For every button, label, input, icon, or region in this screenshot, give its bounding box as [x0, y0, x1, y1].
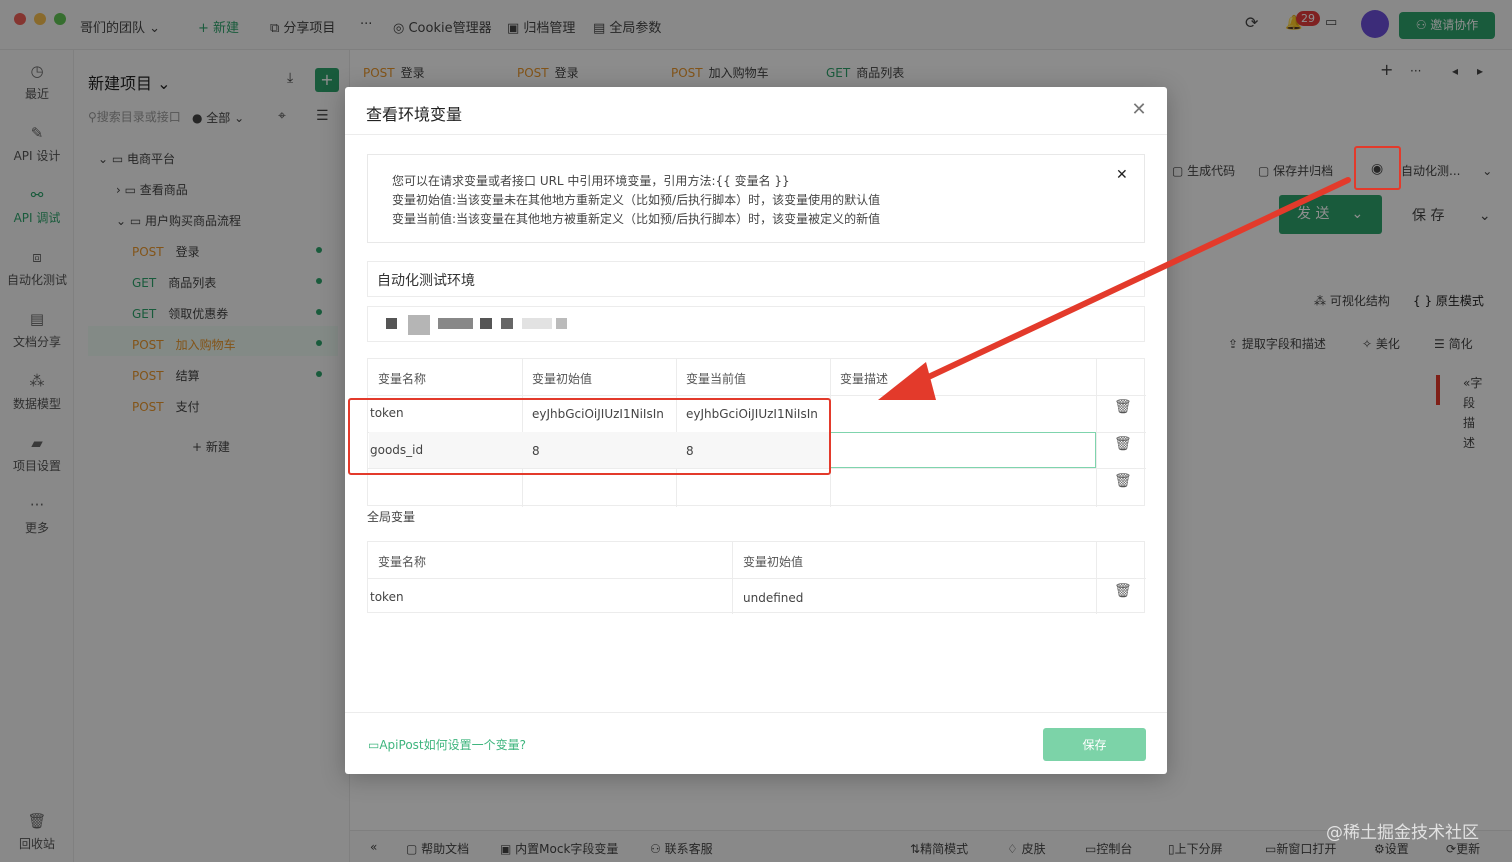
env-url-blurred — [367, 306, 1145, 342]
column-header: 变量初始值 — [743, 555, 804, 569]
annotation-box-eye — [1354, 146, 1401, 190]
info-tip: 您可以在请求变量或者接口 URL 中引用环境变量，引用方法:{{ 变量名 }} … — [367, 154, 1145, 243]
column-header: 变量名称 — [378, 555, 427, 569]
column-divider — [1096, 359, 1097, 507]
row-divider — [368, 578, 1146, 579]
modal-header: 查看环境变量 ✕ — [345, 87, 1167, 135]
global-var-initial-cell[interactable]: undefined — [743, 591, 803, 605]
modal-footer: ▭ApiPost如何设置一个变量? 保存 — [345, 712, 1167, 774]
env-name: 自动化测试环境 — [367, 261, 1145, 297]
global-vars-label: 全局变量 — [367, 510, 416, 524]
close-icon[interactable]: ✕ — [1127, 98, 1151, 122]
watermark: @稀土掘金技术社区 — [1326, 823, 1479, 843]
delete-row-icon[interactable]: 🗑 — [1114, 473, 1132, 489]
column-header: 变量初始值 — [532, 372, 593, 386]
blurred-text — [386, 318, 397, 329]
global-variables-table: 变量名称 变量初始值 token undefined 🗑 — [367, 541, 1146, 614]
modal-title: 查看环境变量 — [366, 105, 463, 124]
delete-row-icon[interactable]: 🗑 — [1114, 399, 1132, 415]
annotation-box-variables — [348, 398, 831, 475]
delete-row-icon[interactable]: 🗑 — [1114, 436, 1132, 452]
help-link[interactable]: ▭ApiPost如何设置一个变量? — [368, 736, 526, 753]
blurred-text — [480, 318, 492, 329]
blurred-text — [522, 318, 552, 329]
tip-line: 变量初始值:当该变量未在其他地方重新定义（比如预/后执行脚本）时，该变量使用的默… — [392, 193, 881, 207]
tip-line: 变量当前值:当该变量在其他地方被重新定义（比如预/后执行脚本）时，该变量被定义的… — [392, 212, 881, 226]
blurred-text — [408, 315, 430, 335]
book-icon: ▭ — [368, 738, 380, 752]
column-header: 变量名称 — [378, 372, 427, 386]
delete-row-icon[interactable]: 🗑 — [1114, 583, 1132, 599]
column-header: 变量描述 — [840, 372, 889, 386]
blurred-text — [556, 318, 567, 329]
tip-line: 您可以在请求变量或者接口 URL 中引用环境变量，引用方法:{{ 变量名 }} — [392, 174, 790, 188]
blurred-text — [438, 318, 473, 329]
close-tip-icon[interactable]: ✕ — [1116, 167, 1128, 183]
blurred-text — [501, 318, 513, 329]
global-var-name-cell[interactable]: token — [370, 590, 404, 604]
var-desc-input[interactable] — [830, 432, 1096, 468]
column-header: 变量当前值 — [686, 372, 747, 386]
save-button[interactable]: 保存 — [1043, 728, 1146, 761]
row-divider — [368, 395, 1146, 396]
